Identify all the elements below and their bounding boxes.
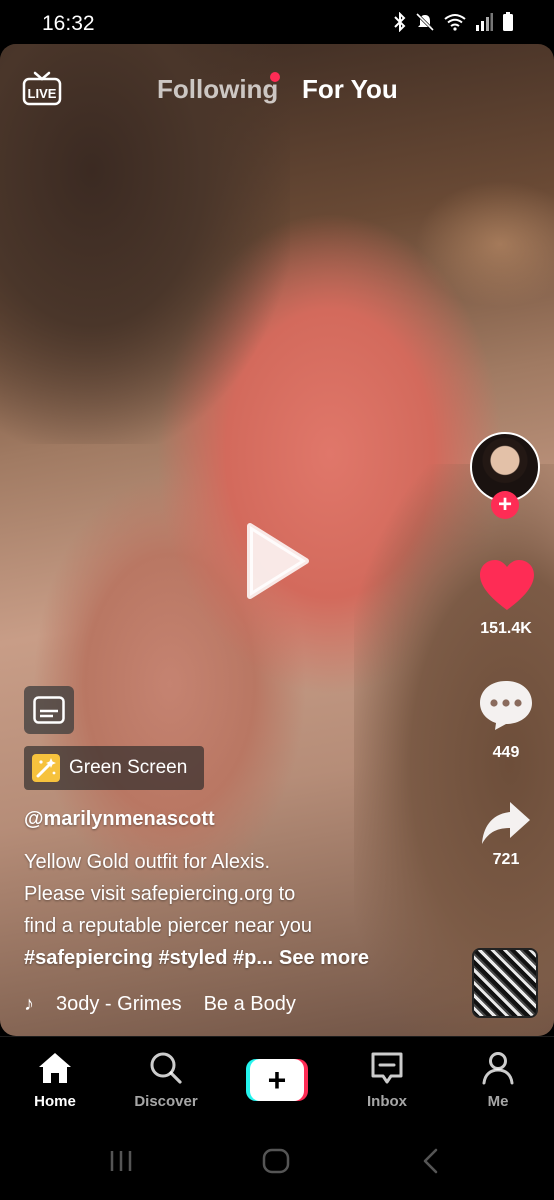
status-time: 16:32	[42, 12, 95, 35]
tab-for-you[interactable]: For You	[302, 74, 398, 105]
description-line: Yellow Gold outfit for Alexis.	[24, 851, 271, 873]
share-count: 721	[492, 851, 520, 868]
nav-me-label: Me	[487, 1093, 509, 1110]
effect-label: Green Screen	[69, 757, 188, 778]
bluetooth-icon	[394, 12, 406, 32]
nav-me[interactable]: Me	[453, 1051, 543, 1110]
music-track-2: Be a Body	[203, 993, 296, 1015]
share-icon[interactable]	[480, 800, 532, 846]
wifi-icon	[444, 14, 466, 31]
back-icon[interactable]	[420, 1148, 440, 1174]
description-line: find a reputable piercer near you	[24, 915, 312, 937]
home-icon	[39, 1053, 71, 1083]
search-icon	[150, 1052, 182, 1084]
tab-following[interactable]: Following	[157, 74, 278, 105]
heart-icon[interactable]	[478, 558, 536, 612]
comment-icon[interactable]	[478, 678, 534, 732]
follow-button[interactable]: +	[491, 491, 519, 519]
music-disc[interactable]	[472, 948, 538, 1018]
nav-home-label: Home	[34, 1093, 76, 1110]
music-note-icon: ♪	[24, 993, 34, 1015]
nav-inbox-label: Inbox	[367, 1093, 407, 1110]
battery-icon	[503, 12, 513, 31]
mute-icon	[415, 12, 435, 32]
nav-discover-label: Discover	[134, 1093, 198, 1110]
creator-username[interactable]: @marilynmenascott	[24, 808, 215, 831]
nav-discover[interactable]: Discover	[121, 1051, 211, 1110]
music-track: 3ody - Grimes	[56, 993, 182, 1015]
captions-button[interactable]	[24, 686, 74, 734]
home-system-icon[interactable]	[262, 1148, 290, 1174]
music-info[interactable]: ♪ 3ody - Grimes Be a Body	[24, 993, 324, 1023]
android-nav-bar	[0, 1126, 554, 1200]
music-marquee: 3ody - Grimes Be a Body	[56, 993, 318, 1016]
hashtags[interactable]: #safepiercing #styled #p...	[24, 947, 273, 969]
nav-home[interactable]: Home	[10, 1051, 100, 1110]
create-icon: +	[250, 1059, 304, 1101]
description-line: Please visit safepiercing.org to	[24, 883, 296, 905]
comment-count: 449	[492, 744, 520, 761]
bottom-nav: Home Discover + Inbox Me	[0, 1036, 554, 1127]
play-icon[interactable]	[244, 522, 310, 600]
following-notification-dot	[270, 72, 280, 82]
captions-icon	[33, 696, 65, 724]
svg-text:LIVE: LIVE	[28, 86, 57, 101]
nav-inbox[interactable]: Inbox	[342, 1051, 432, 1110]
see-more-button[interactable]: See more	[279, 947, 369, 969]
status-icons	[394, 12, 514, 32]
status-bar: 16:32	[0, 0, 554, 44]
post-description: Yellow Gold outfit for Alexis. Please vi…	[24, 846, 444, 974]
signal-icon	[476, 13, 493, 31]
inbox-icon	[371, 1052, 403, 1084]
live-icon[interactable]: LIVE	[22, 70, 62, 106]
create-button[interactable]: +	[246, 1059, 308, 1101]
green-screen-effect-icon	[32, 754, 60, 782]
effect-tag[interactable]: Green Screen	[24, 746, 204, 790]
like-count: 151.4K	[480, 620, 532, 637]
profile-icon	[482, 1052, 514, 1085]
recent-apps-icon[interactable]	[108, 1148, 134, 1174]
